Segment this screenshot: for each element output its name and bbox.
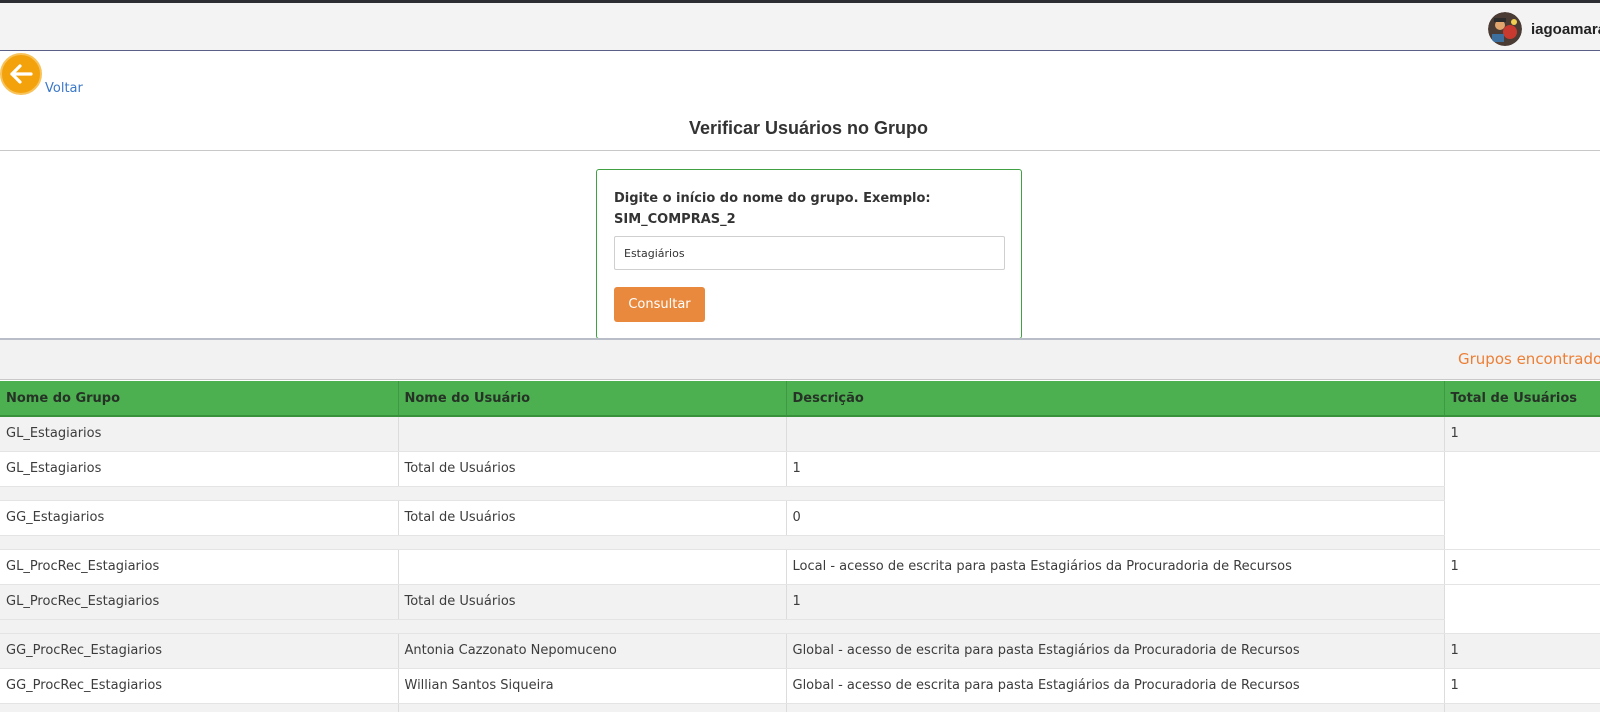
cell-user-name [398,703,787,712]
column-header-description[interactable]: Descrição [786,381,1445,417]
search-card: Digite o início do nome do grupo. Exempl… [596,169,1022,339]
cell-user-name: Willian Santos Siqueira [398,668,787,704]
cell-group-name: GG_Estagiarios [0,500,399,536]
user-menu[interactable]: iagoamaral [1488,12,1600,46]
table-row[interactable]: GL_Estagiarios Total de Usuários 1 [0,451,1600,550]
username[interactable]: iagoamaral [1531,21,1600,38]
cell-group-name: GG_ProcRec_Estagiarios [0,668,399,704]
cell-description: Local - acesso de escrita para pasta Est… [786,549,1445,585]
table-header-row: Nome do Grupo Nome do Usuário Descrição … [0,381,1600,417]
spacer-cell [0,486,1445,501]
cell-group-name [0,703,399,712]
avatar[interactable] [1488,12,1522,46]
cell-user-name [398,549,787,585]
spacer-row [0,486,1600,501]
table-row[interactable]: GL_ProcRec_Estagiarios Local - acesso de… [0,549,1600,585]
cell-description: Global - acesso de escrita para pasta Es… [786,633,1445,669]
table-row[interactable]: GG_Estagiarios Total de Usuários 0 [0,500,1600,536]
cell-user-name: Total de Usuários [398,451,787,487]
spacer-cell [0,535,1445,550]
search-label: Digite o início do nome do grupo. Exempl… [614,191,931,227]
groups-found-label: Grupos encontrados [1458,350,1600,368]
results-bar: Grupos encontrados [0,340,1600,380]
table-row [0,703,1600,712]
table-row[interactable]: GG_ProcRec_Estagiarios Antonia Cazzonato… [0,633,1600,669]
cell-group-name: GL_Estagiarios [0,416,399,452]
results-table: Nome do Grupo Nome do Usuário Descrição … [0,381,1600,712]
cell-user-name: Antonia Cazzonato Nepomuceno [398,633,787,669]
cell-group-name: GL_ProcRec_Estagiarios [0,584,399,620]
empty-cell [1444,584,1600,634]
consultar-button[interactable]: Consultar [614,287,705,322]
spacer-cell [0,619,1445,634]
cell-user-name: Total de Usuários [398,584,787,620]
cell-total: 1 [1444,668,1600,704]
column-header-user[interactable]: Nome do Usuário [398,381,787,417]
cell-group-name: GG_ProcRec_Estagiarios [0,633,399,669]
group-name-input[interactable] [614,236,1005,270]
table-row[interactable]: GL_Estagiarios 1 [0,416,1600,452]
cell-total: 1 [1444,633,1600,669]
cell-description [786,703,1445,712]
column-header-group[interactable]: Nome do Grupo [0,381,399,417]
cell-group-name: GL_Estagiarios [0,451,399,487]
column-header-total[interactable]: Total de Usuários [1444,381,1600,417]
spacer-row [0,535,1600,550]
back-link[interactable]: Voltar [45,81,83,96]
cell-group-name: GL_ProcRec_Estagiarios [0,549,399,585]
page-title: Verificar Usuários no Grupo [688,118,929,138]
cell-total [1444,703,1600,712]
cell-description: Global - acesso de escrita para pasta Es… [786,668,1445,704]
cell-user-name: Total de Usuários [398,500,787,536]
cell-total: 1 [1444,549,1600,585]
back-button[interactable] [0,53,42,95]
cell-description [786,416,1445,452]
cell-total: 1 [1444,416,1600,452]
top-navbar: iagoamaral [0,3,1600,51]
cell-user-name [398,416,787,452]
table-row[interactable]: GG_ProcRec_Estagiarios Willian Santos Si… [0,668,1600,704]
empty-cell [1444,451,1600,550]
cell-description: 0 [786,500,1445,536]
cell-description: 1 [786,584,1445,620]
spacer-row [0,619,1600,634]
cell-description: 1 [786,451,1445,487]
divider [0,150,1600,151]
arrow-left-icon [10,64,33,84]
table-row[interactable]: GL_ProcRec_Estagiarios Total de Usuários… [0,584,1600,634]
